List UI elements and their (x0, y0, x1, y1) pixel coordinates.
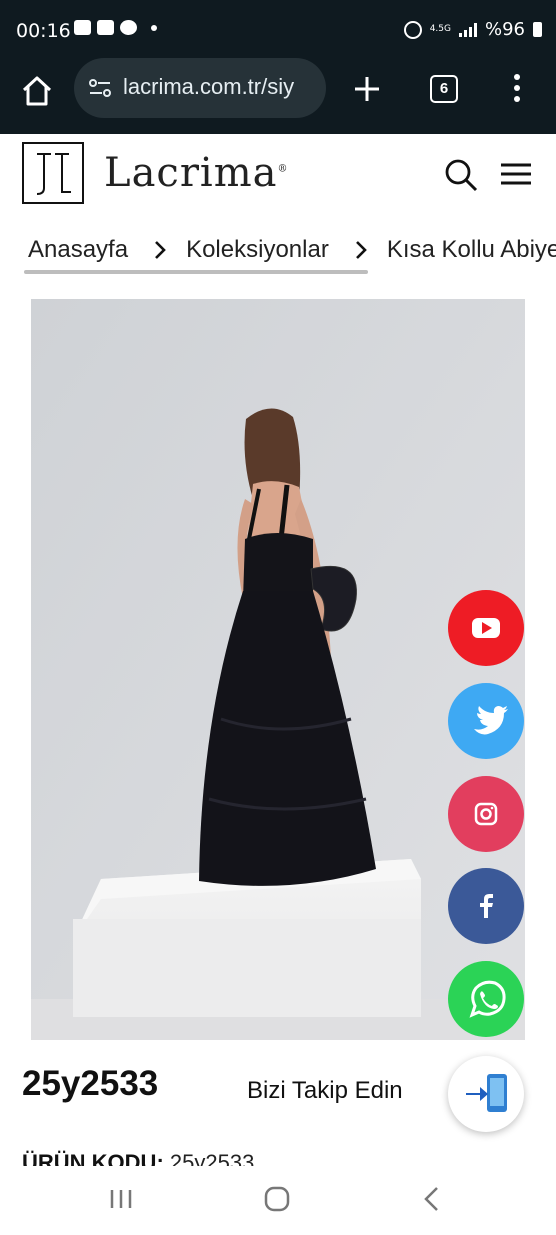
follow-us-label: Bizi Takip Edin (247, 1077, 403, 1104)
more-options-icon[interactable] (513, 73, 521, 103)
alarm-icon (403, 20, 422, 39)
site-settings-icon[interactable] (88, 76, 112, 100)
instagram-button[interactable] (448, 776, 524, 852)
battery-level: %96 (484, 19, 525, 40)
back-icon[interactable] (416, 1182, 450, 1216)
whatsapp-icon (469, 980, 506, 1018)
youtube-icon (472, 618, 500, 638)
brand-logo[interactable] (22, 142, 84, 204)
browser-toolbar: lacrima.com.tr/siy 6 (0, 58, 556, 134)
network-type: 4.5G (429, 24, 451, 34)
logo-mark-icon (36, 153, 71, 195)
whatsapp-button[interactable] (448, 961, 524, 1037)
notification-icons (74, 20, 157, 35)
share-phone-icon (466, 1074, 507, 1112)
breadcrumb-category[interactable]: Kısa Kollu Abiye (387, 236, 556, 264)
facebook-icon (480, 894, 493, 918)
chevron-right-icon (355, 241, 367, 259)
status-time: 00:16 (16, 20, 71, 42)
follow-us-button[interactable] (448, 1056, 524, 1132)
home-button-icon[interactable] (260, 1182, 294, 1216)
twitter-button[interactable] (448, 683, 524, 759)
product-title: 25y2533 (22, 1064, 159, 1103)
menu-icon[interactable] (500, 162, 532, 186)
youtube-button[interactable] (448, 590, 524, 666)
breadcrumb-scroll-indicator (24, 270, 368, 274)
brand-name[interactable]: Lacrima® (104, 150, 289, 196)
status-bar: 00:16 4.5G %96 (0, 0, 556, 62)
twitter-icon (474, 706, 508, 735)
breadcrumb-home[interactable]: Anasayfa (28, 236, 128, 264)
instagram-icon (474, 802, 498, 826)
url-text: lacrima.com.tr/siy (123, 74, 295, 99)
home-icon[interactable] (20, 74, 54, 108)
battery-icon (533, 22, 542, 37)
system-nav-bar (0, 1166, 556, 1235)
facebook-button[interactable] (448, 868, 524, 944)
facebook-notification-icon (120, 20, 137, 35)
signal-icon (458, 22, 477, 37)
chevron-right-icon (155, 241, 166, 259)
breadcrumb: Anasayfa Koleksiyonlar Kısa Kollu Abiye (0, 224, 556, 280)
address-bar[interactable]: lacrima.com.tr/siy (74, 58, 326, 118)
new-tab-icon[interactable] (352, 74, 382, 104)
youtube-notification-icon (97, 20, 114, 35)
breadcrumb-collections[interactable]: Koleksiyonlar (186, 236, 329, 264)
gallery-icon (74, 20, 91, 35)
site-header: Lacrima® (0, 134, 556, 220)
search-icon[interactable] (444, 158, 478, 192)
more-notifications-icon (151, 24, 157, 31)
tab-switcher-button[interactable]: 6 (430, 75, 458, 103)
recent-apps-icon[interactable] (104, 1182, 138, 1216)
